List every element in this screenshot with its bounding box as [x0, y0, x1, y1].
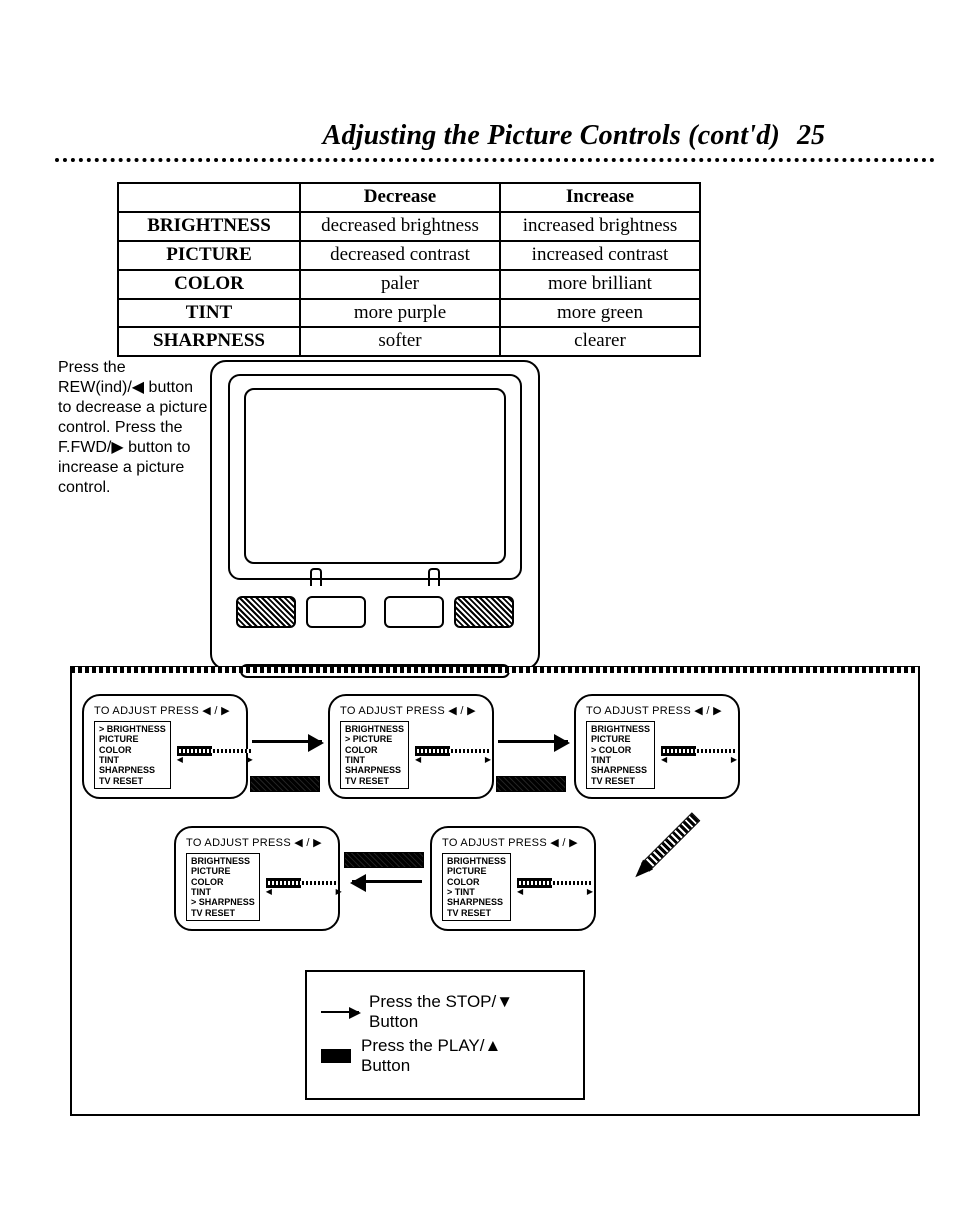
- instr-line: Press the: [58, 359, 126, 376]
- slider-right-icon: ▶: [485, 756, 491, 764]
- table-header-row: Decrease Increase: [118, 183, 700, 212]
- osd-header: TO ADJUST PRESS ◀ / ▶: [186, 836, 328, 849]
- instruction-text: Press the REW(ind)/◀ button to decrease …: [58, 358, 218, 498]
- osd-menu: BRIGHTNESS PICTURE COLOR TINT SHARPNESS …: [442, 853, 511, 921]
- row-increase: increased contrast: [500, 241, 700, 270]
- instr-line: increase a picture: [58, 459, 184, 476]
- instr-line: REW(ind)/: [58, 379, 132, 396]
- osd-menu: BRIGHTNESS PICTURE COLOR TINT SHARPNESS …: [586, 721, 655, 789]
- table-row: PICTURE decreased contrast increased con…: [118, 241, 700, 270]
- row-decrease: paler: [300, 270, 500, 299]
- table-header-increase: Increase: [500, 183, 700, 212]
- page-number: 25: [797, 120, 825, 152]
- legend-arrow-icon: [321, 1011, 359, 1013]
- row-name: COLOR: [118, 270, 300, 299]
- instr-line: F.FWD/: [58, 439, 111, 456]
- osd-header: TO ADJUST PRESS ◀ / ▶: [586, 704, 728, 717]
- legend-text: Press the STOP/: [369, 992, 496, 1011]
- osd-slider: ◀▶: [661, 746, 737, 764]
- table-row: TINT more purple more green: [118, 299, 700, 328]
- osd-header: TO ADJUST PRESS ◀ / ▶: [340, 704, 482, 717]
- osd-slider: ◀▶: [415, 746, 491, 764]
- table-header-blank: [118, 183, 300, 212]
- osd-panel-brightness: TO ADJUST PRESS ◀ / ▶ BRIGHTNESS PICTURE…: [82, 694, 248, 799]
- instr-line: control. Press the: [58, 419, 183, 436]
- instr-line: button: [144, 379, 193, 396]
- legend-text: Button: [369, 1012, 418, 1031]
- speaker-grille-icon: [454, 596, 514, 628]
- table-row: BRIGHTNESS decreased brightness increase…: [118, 212, 700, 241]
- flow-bar-icon: [344, 852, 424, 868]
- slider-right-icon: ▶: [336, 888, 342, 896]
- slider-left-icon: ◀: [177, 756, 183, 764]
- table-header-decrease: Decrease: [300, 183, 500, 212]
- tv-illustration: [210, 360, 540, 670]
- osd-panel-color: TO ADJUST PRESS ◀ / ▶ BRIGHTNESS PICTURE…: [574, 694, 740, 799]
- row-increase: clearer: [500, 327, 700, 356]
- flow-arrow-icon: [252, 740, 322, 743]
- instr-line: to decrease a picture: [58, 399, 207, 416]
- row-decrease: softer: [300, 327, 500, 356]
- page-header: Adjusting the Picture Controls (cont'd) …: [55, 120, 935, 160]
- legend-row-stop: Press the STOP/▼ Button: [321, 992, 569, 1032]
- row-decrease: more purple: [300, 299, 500, 328]
- row-increase: more brilliant: [500, 270, 700, 299]
- osd-menu: BRIGHTNESS PICTURE COLOR TINT SHARPNESS …: [94, 721, 171, 789]
- row-decrease: decreased brightness: [300, 212, 500, 241]
- flow-bar-icon: [250, 776, 320, 792]
- slider-right-icon: ▶: [587, 888, 593, 896]
- row-name: TINT: [118, 299, 300, 328]
- page-title: Adjusting the Picture Controls (cont'd): [323, 120, 780, 152]
- stop-down-icon: ▼: [496, 992, 513, 1011]
- slider-left-icon: ◀: [415, 756, 421, 764]
- ffwd-right-icon: ▶: [111, 439, 123, 456]
- row-increase: increased brightness: [500, 212, 700, 241]
- instr-line: control.: [58, 479, 110, 496]
- legend-swatch-icon: [321, 1049, 351, 1063]
- rewind-left-icon: ◀: [132, 379, 144, 396]
- osd-slider: ◀▶: [266, 878, 342, 896]
- table-row: SHARPNESS softer clearer: [118, 327, 700, 356]
- row-name: PICTURE: [118, 241, 300, 270]
- flow-bar-icon: [496, 776, 566, 792]
- legend-text: Button: [361, 1056, 410, 1075]
- speaker-grille-icon: [236, 596, 296, 628]
- page: Adjusting the Picture Controls (cont'd) …: [55, 120, 935, 357]
- osd-panel-sharpness: TO ADJUST PRESS ◀ / ▶ BRIGHTNESS PICTURE…: [174, 826, 340, 931]
- osd-menu: BRIGHTNESS PICTURE COLOR TINT SHARPNESS …: [186, 853, 260, 921]
- play-up-icon: ▲: [484, 1036, 501, 1055]
- button-legend: Press the STOP/▼ Button Press the PLAY/▲…: [305, 970, 585, 1100]
- control-panel-icon: [306, 596, 366, 628]
- slider-right-icon: ▶: [247, 756, 253, 764]
- osd-panel-picture: TO ADJUST PRESS ◀ / ▶ BRIGHTNESS PICTURE…: [328, 694, 494, 799]
- legend-text: Press the PLAY/: [361, 1036, 484, 1055]
- instr-line: button to: [124, 439, 191, 456]
- flow-arrow-icon: [498, 740, 568, 743]
- slider-left-icon: ◀: [266, 888, 272, 896]
- osd-panel-tint: TO ADJUST PRESS ◀ / ▶ BRIGHTNESS PICTURE…: [430, 826, 596, 931]
- osd-header: TO ADJUST PRESS ◀ / ▶: [442, 836, 584, 849]
- slider-right-icon: ▶: [731, 756, 737, 764]
- slider-left-icon: ◀: [661, 756, 667, 764]
- row-increase: more green: [500, 299, 700, 328]
- osd-header: TO ADJUST PRESS ◀ / ▶: [94, 704, 236, 717]
- control-panel-icon: [384, 596, 444, 628]
- osd-slider: ◀▶: [177, 746, 253, 764]
- picture-controls-table: Decrease Increase BRIGHTNESS decreased b…: [117, 182, 701, 357]
- row-name: BRIGHTNESS: [118, 212, 300, 241]
- row-decrease: decreased contrast: [300, 241, 500, 270]
- row-name: SHARPNESS: [118, 327, 300, 356]
- osd-slider: ◀▶: [517, 878, 593, 896]
- header-rule: [55, 158, 935, 162]
- flow-arrow-icon: [352, 880, 422, 883]
- osd-menu: BRIGHTNESS PICTURE COLOR TINT SHARPNESS …: [340, 721, 409, 789]
- table-row: COLOR paler more brilliant: [118, 270, 700, 299]
- slider-left-icon: ◀: [517, 888, 523, 896]
- legend-row-play: Press the PLAY/▲ Button: [321, 1036, 569, 1076]
